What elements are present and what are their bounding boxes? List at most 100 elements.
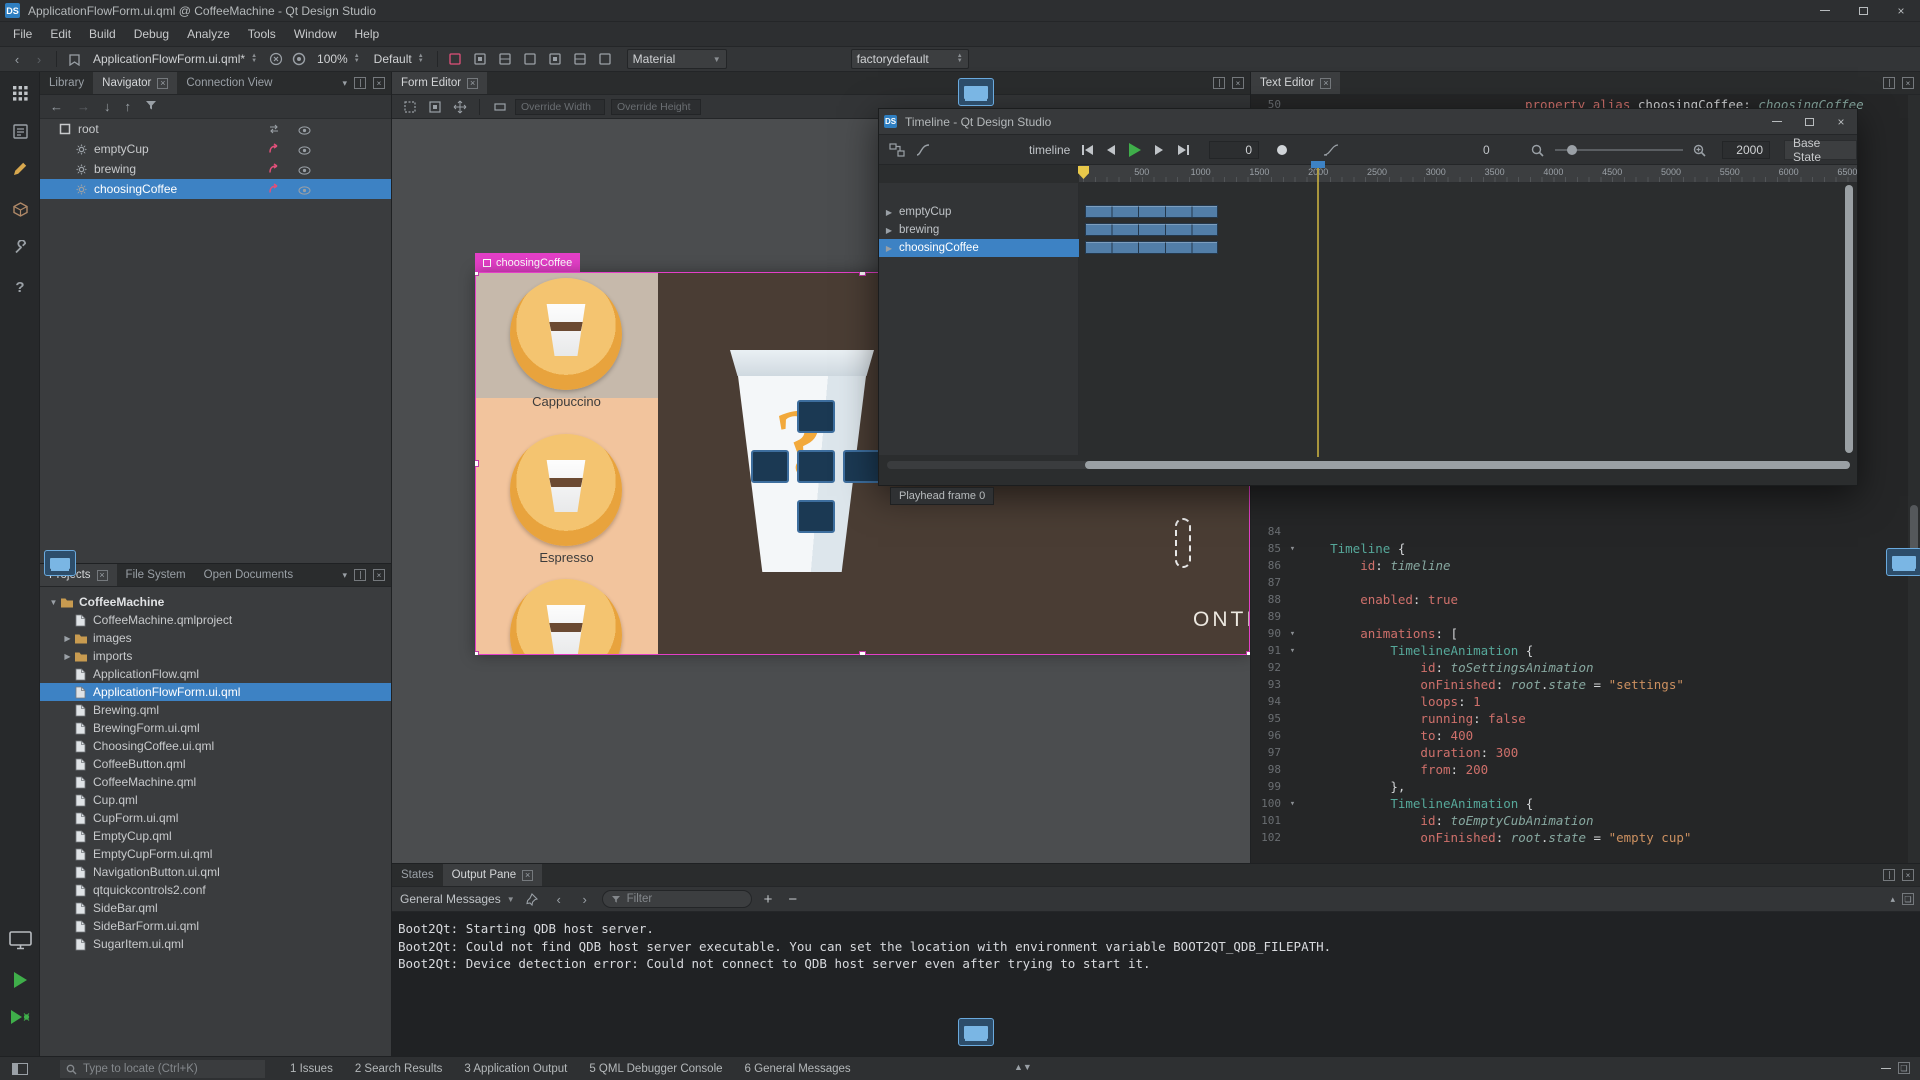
chevron-right-icon[interactable]: ▶: [62, 634, 73, 643]
alias-export-icon[interactable]: [268, 183, 281, 197]
end-frame-field[interactable]: 2000: [1722, 141, 1770, 159]
close-icon[interactable]: ×: [467, 78, 478, 89]
chevron-down-icon[interactable]: ▼: [48, 598, 59, 607]
tools-wrench-icon[interactable]: [0, 232, 40, 262]
zoom-out-magnifier-icon[interactable]: [1531, 135, 1544, 165]
channel-combo[interactable]: General Messages ▼: [400, 892, 515, 906]
current-frame-field[interactable]: 0: [1209, 141, 1259, 159]
snap-icon[interactable]: [571, 50, 590, 69]
timeline-hscroll-handle[interactable]: [1085, 461, 1850, 469]
curve-editor-icon[interactable]: [1323, 135, 1339, 165]
timeline-name[interactable]: timeline: [1029, 135, 1070, 165]
menu-analyze[interactable]: Analyze: [178, 22, 239, 46]
forward-icon[interactable]: ›: [30, 52, 48, 67]
project-root[interactable]: ▼CoffeeMachine: [40, 593, 391, 611]
close-button[interactable]: ×: [1882, 0, 1920, 22]
visibility-eye-icon[interactable]: [298, 184, 311, 198]
keyframe-bar-choosingCoffee[interactable]: [1085, 241, 1218, 254]
minimize-button[interactable]: [1761, 111, 1793, 133]
code-line-89[interactable]: 89: [1251, 608, 1920, 625]
alias-export-icon[interactable]: [268, 163, 281, 177]
close-icon[interactable]: ×: [1320, 78, 1331, 89]
chevron-down-icon[interactable]: ▾: [342, 570, 347, 581]
snapping-icon[interactable]: [490, 97, 509, 116]
select-root-icon[interactable]: [425, 97, 444, 116]
tab-connection-view[interactable]: Connection View: [177, 72, 281, 94]
maximize-button[interactable]: [1793, 111, 1825, 133]
back-icon[interactable]: ‹: [8, 52, 26, 67]
project-file-EmptyCupForm.ui.qml[interactable]: EmptyCupForm.ui.qml: [40, 845, 391, 863]
keyframe-bar-emptyCup[interactable]: [1085, 205, 1218, 218]
base-state-button[interactable]: Base State: [1784, 140, 1857, 160]
selector-tile[interactable]: [797, 400, 835, 433]
project-file-ChoosingCoffee.ui.qml[interactable]: ChoosingCoffee.ui.qml: [40, 737, 391, 755]
chevron-down-icon[interactable]: ▾: [342, 78, 347, 89]
selector-tile[interactable]: [751, 450, 789, 483]
statusbar-pane-issues[interactable]: 1 Issues: [290, 1063, 333, 1075]
minimize-output-icon[interactable]: [1881, 1068, 1891, 1069]
selector-tile[interactable]: [843, 450, 881, 483]
project-file-CupForm.ui.qml[interactable]: CupForm.ui.qml: [40, 809, 391, 827]
move-mode-icon[interactable]: [450, 97, 469, 116]
visibility-eye-icon[interactable]: [298, 144, 311, 158]
selection-mode-icon[interactable]: [400, 97, 419, 116]
project-file-CoffeeMachine.qml[interactable]: CoffeeMachine.qml: [40, 773, 391, 791]
timeline-titlebar[interactable]: DS Timeline - Qt Design Studio ×: [879, 109, 1857, 135]
project-file-qtquickcontrols2.conf[interactable]: qtquickcontrols2.conf: [40, 881, 391, 899]
cappuccino-image[interactable]: [510, 278, 622, 390]
code-line-98[interactable]: 98 from: 200: [1251, 761, 1920, 778]
close-button[interactable]: ×: [1825, 111, 1857, 133]
arrow-left-icon[interactable]: ←: [50, 99, 63, 114]
selector-tile[interactable]: [797, 500, 835, 533]
project-file-CoffeeButton.qml[interactable]: CoffeeButton.qml: [40, 755, 391, 773]
code-line-91[interactable]: 91▾ TimelineAnimation {: [1251, 642, 1920, 659]
filter-input[interactable]: Filter: [602, 890, 752, 908]
next-item-icon[interactable]: ›: [576, 892, 594, 907]
timeline-track-choosingCoffee[interactable]: ▶choosingCoffee: [879, 239, 1079, 257]
live-preview-icon[interactable]: [289, 50, 308, 69]
menu-tools[interactable]: Tools: [239, 22, 285, 46]
zoom-out-icon[interactable]: −: [784, 891, 801, 908]
animation-settings-icon[interactable]: [915, 135, 931, 165]
project-file-NavigationButton.ui.qml[interactable]: NavigationButton.ui.qml: [40, 863, 391, 881]
code-line-92[interactable]: 92 id: toSettingsAnimation: [1251, 659, 1920, 676]
help-icon[interactable]: ?: [0, 272, 40, 302]
console-output[interactable]: Boot2Qt: Starting QDB host server.Boot2Q…: [392, 912, 1920, 973]
to-end-icon[interactable]: [1172, 139, 1194, 161]
apps-grid-icon[interactable]: [0, 78, 40, 108]
toggle-right-sidebar-icon[interactable]: ❏: [1898, 1062, 1910, 1074]
navigator-item-root[interactable]: root: [40, 119, 391, 139]
timeline-window[interactable]: DS Timeline - Qt Design Studio × timelin…: [878, 108, 1858, 486]
zoom-combo[interactable]: 100% ▲▼: [312, 49, 365, 69]
chevron-right-icon[interactable]: ▶: [62, 652, 73, 661]
code-line-94[interactable]: 94 loops: 1: [1251, 693, 1920, 710]
close-panel-icon[interactable]: ×: [1902, 869, 1914, 881]
menu-edit[interactable]: Edit: [41, 22, 80, 46]
code-line-100[interactable]: 100▾ TimelineAnimation {: [1251, 795, 1920, 812]
assets-cube-icon[interactable]: [0, 194, 40, 224]
menu-help[interactable]: Help: [346, 22, 389, 46]
close-document-icon[interactable]: [266, 50, 285, 69]
navigator-item-choosingCoffee[interactable]: choosingCoffee: [40, 179, 391, 199]
anchor-icon[interactable]: [471, 50, 490, 69]
code-line-99[interactable]: 99 },: [1251, 778, 1920, 795]
chevron-up-icon[interactable]: ▴: [1890, 894, 1895, 905]
code-line-90[interactable]: 90▾ animations: [: [1251, 625, 1920, 642]
kit-combo[interactable]: factorydefault ▲▼: [851, 49, 969, 69]
code-line-84[interactable]: 84: [1251, 523, 1920, 540]
project-file-CoffeeMachine.qmlproject[interactable]: CoffeeMachine.qmlproject: [40, 611, 391, 629]
statusbar-pane-application-output[interactable]: 3 Application Output: [464, 1063, 567, 1075]
project-file-SugarItem.ui.qml[interactable]: SugarItem.ui.qml: [40, 935, 391, 953]
code-line-97[interactable]: 97 duration: 300: [1251, 744, 1920, 761]
chevron-right-icon[interactable]: ▶: [879, 244, 899, 253]
menu-build[interactable]: Build: [80, 22, 125, 46]
tab-file-system[interactable]: File System: [117, 564, 195, 586]
timeline-track-brewing[interactable]: ▶brewing: [879, 221, 1079, 239]
open-document-combo[interactable]: ApplicationFlowForm.ui.qml* ▲▼: [88, 49, 262, 69]
tab-open-documents[interactable]: Open Documents: [195, 564, 303, 586]
split-icon[interactable]: [1883, 869, 1895, 881]
split-icon[interactable]: [354, 569, 366, 581]
menu-window[interactable]: Window: [285, 22, 346, 46]
timeline-vscroll-handle[interactable]: [1845, 185, 1853, 453]
close-panel-icon[interactable]: ×: [373, 77, 385, 89]
